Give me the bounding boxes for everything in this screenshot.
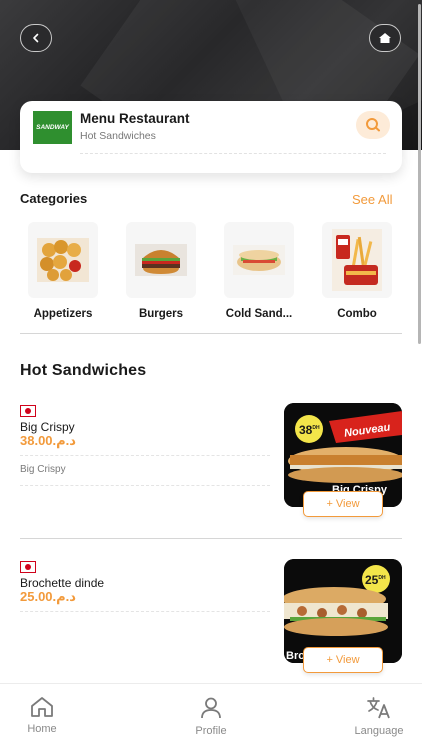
flag-icon [20, 561, 36, 573]
restaurant-name: Menu Restaurant [80, 111, 190, 126]
divider [80, 153, 386, 154]
menu-page: SANDWAY Menu Restaurant Hot Sandwiches C… [0, 0, 422, 750]
home-shortcut-button[interactable] [369, 24, 401, 52]
category-item-cold-sandwiches[interactable]: Cold Sand... [222, 222, 296, 320]
restaurant-card: SANDWAY Menu Restaurant Hot Sandwiches [20, 101, 402, 173]
product-price: 25.00.د.م [20, 589, 76, 604]
section-title: Hot Sandwiches [20, 362, 147, 379]
category-label: Appetizers [33, 308, 93, 320]
product-description: Big Crispy [20, 464, 66, 475]
combo-image [332, 229, 382, 291]
product-card[interactable]: Brochette dinde 25.00.د.م 25DH Bro + Vie… [20, 559, 402, 679]
category-image [224, 222, 294, 298]
tab-label: Profile [195, 725, 227, 737]
tab-profile[interactable]: Profile [166, 696, 256, 737]
category-label: Combo [337, 308, 377, 320]
section-divider [20, 333, 402, 334]
product-card[interactable]: Big Crispy 38.00.د.م Big Crispy Nouveau … [20, 403, 402, 523]
category-label: Cold Sand... [225, 308, 293, 320]
scrollbar[interactable] [418, 4, 421, 344]
search-icon [366, 118, 380, 132]
see-all-link[interactable]: See All [352, 192, 392, 207]
category-label: Burgers [138, 308, 184, 320]
category-image [126, 222, 196, 298]
divider [20, 611, 270, 612]
cold-sandwiches-image [233, 245, 285, 275]
category-item-burgers[interactable]: Burgers [124, 222, 198, 320]
bottom-tab-bar: Home Profile Language [0, 683, 422, 750]
restaurant-logo: SANDWAY [33, 111, 72, 144]
categories-title: Categories [20, 191, 88, 206]
category-item-combo[interactable]: Combo [320, 222, 394, 320]
divider [20, 485, 270, 486]
tab-home[interactable]: Home [0, 696, 87, 735]
back-button[interactable] [20, 24, 52, 52]
product-price: 38.00.د.م [20, 433, 76, 448]
home-icon [379, 33, 391, 43]
tab-label: Home [27, 723, 57, 735]
view-button[interactable]: + View [303, 647, 383, 673]
product-divider [20, 538, 402, 539]
tab-language[interactable]: Language [334, 696, 422, 737]
appetizers-image [37, 238, 89, 282]
profile-icon [201, 697, 221, 719]
chevron-left-icon [33, 33, 39, 43]
home-icon [31, 697, 53, 717]
tab-label: Language [354, 725, 404, 737]
category-image [322, 222, 392, 298]
product-name: Brochette dinde [20, 576, 105, 590]
burgers-image [135, 244, 187, 276]
language-icon [367, 697, 390, 719]
product-name: Big Crispy [20, 420, 75, 434]
divider [20, 455, 270, 456]
category-item-appetizers[interactable]: Appetizers [26, 222, 100, 320]
search-button[interactable] [356, 111, 390, 139]
flag-icon [20, 405, 36, 417]
restaurant-subtitle: Hot Sandwiches [80, 130, 156, 142]
category-image [28, 222, 98, 298]
view-button[interactable]: + View [303, 491, 383, 517]
